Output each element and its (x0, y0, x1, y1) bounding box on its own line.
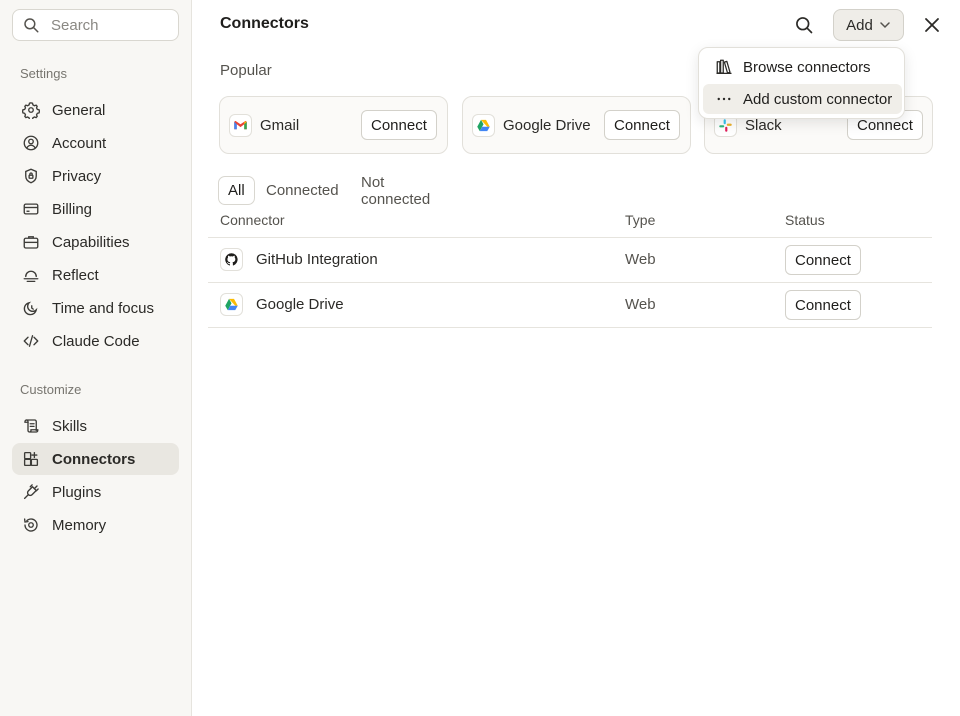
sidebar-item-privacy[interactable]: Privacy (12, 160, 179, 192)
popular-card-name: Gmail (260, 117, 300, 134)
reflect-icon (22, 266, 40, 284)
divider (208, 237, 932, 238)
add-dropdown-menu: Browse connectors Add custom connector (698, 47, 905, 119)
sidebar-item-label: Billing (52, 200, 93, 218)
page-title: Connectors (220, 15, 309, 32)
divider (208, 282, 932, 283)
sidebar-item-reflect[interactable]: Reflect (12, 259, 179, 291)
connector-name: Google Drive (256, 296, 344, 313)
divider (208, 327, 932, 328)
sidebar-item-skills[interactable]: Skills (12, 410, 179, 442)
sidebar-item-account[interactable]: Account (12, 127, 179, 159)
sidebar-item-label: Reflect (52, 266, 99, 284)
popular-section-label: Popular (220, 62, 272, 79)
close-button[interactable] (920, 13, 944, 37)
sidebar-item-label: Claude Code (52, 332, 140, 350)
connect-button[interactable]: Connect (361, 110, 437, 140)
sidebar: Settings General Account Privacy Billing… (0, 0, 192, 716)
connector-name: GitHub Integration (256, 251, 378, 268)
column-header-status: Status (785, 212, 825, 228)
gear-icon (22, 101, 40, 119)
sidebar-item-claude-code[interactable]: Claude Code (12, 325, 179, 357)
search-icon (24, 18, 39, 33)
popular-card-name: Slack (745, 117, 782, 134)
tab-not-connected[interactable]: Not connected (351, 174, 440, 208)
user-circle-icon (22, 134, 40, 152)
connector-type: Web (625, 296, 656, 313)
sidebar-item-plugins[interactable]: Plugins (12, 476, 179, 508)
sidebar-item-label: Capabilities (52, 233, 130, 251)
github-icon (220, 248, 243, 271)
popular-card-google-drive: Google Drive Connect (462, 96, 691, 154)
sidebar-item-label: Privacy (52, 167, 102, 185)
grid-plus-icon (22, 450, 40, 468)
connect-button[interactable]: Connect (785, 245, 861, 275)
popular-card-name: Google Drive (503, 117, 591, 134)
connect-button[interactable]: Connect (785, 290, 861, 320)
sidebar-item-label: Plugins (52, 483, 102, 501)
briefcase-icon (22, 233, 40, 251)
moon-clock-icon (22, 299, 40, 317)
sidebar-item-general[interactable]: General (12, 94, 179, 126)
google-drive-icon (220, 293, 243, 316)
tab-connected[interactable]: Connected (256, 176, 349, 205)
popular-card-gmail: Gmail Connect (219, 96, 448, 154)
sidebar-item-label: Account (52, 134, 107, 152)
sidebar-item-label: Skills (52, 417, 88, 435)
sidebar-item-memory[interactable]: Memory (12, 509, 179, 541)
header-search-button[interactable] (792, 13, 816, 37)
sidebar-item-connectors[interactable]: Connectors (12, 443, 179, 475)
sidebar-item-billing[interactable]: Billing (12, 193, 179, 225)
sidebar-item-label: Connectors (52, 450, 136, 468)
code-icon (22, 332, 40, 350)
sidebar-item-capabilities[interactable]: Capabilities (12, 226, 179, 258)
close-icon (925, 18, 939, 32)
credit-card-icon (22, 200, 40, 218)
sidebar-item-label: General (52, 101, 106, 119)
menu-item-browse-connectors[interactable]: Browse connectors (703, 52, 902, 82)
add-button[interactable]: Add (833, 9, 904, 41)
column-header-type: Type (625, 212, 656, 228)
connect-button[interactable]: Connect (604, 110, 680, 140)
column-header-connector: Connector (220, 212, 285, 228)
sidebar-item-label: Time and focus (52, 299, 154, 317)
connector-type: Web (625, 251, 656, 268)
more-horizontal-icon (717, 97, 731, 101)
tab-all[interactable]: All (218, 176, 255, 205)
add-button-label: Add (846, 16, 873, 34)
sidebar-item-label: Memory (52, 516, 107, 534)
search-icon (796, 17, 813, 34)
menu-item-label: Add custom connector (743, 90, 893, 108)
scroll-icon (22, 417, 40, 435)
shield-icon (22, 167, 40, 185)
chevron-down-icon (880, 22, 890, 29)
customize-section-label: Customize (20, 382, 82, 397)
search-box[interactable] (12, 9, 179, 41)
library-icon (716, 59, 732, 75)
sidebar-item-time-and-focus[interactable]: Time and focus (12, 292, 179, 324)
memory-icon (22, 516, 40, 534)
search-input[interactable] (51, 16, 171, 34)
plug-icon (22, 483, 40, 501)
settings-section-label: Settings (20, 66, 67, 81)
gmail-icon (229, 114, 252, 137)
menu-item-label: Browse connectors (743, 58, 871, 76)
menu-item-add-custom-connector[interactable]: Add custom connector (703, 84, 902, 114)
google-drive-icon (472, 114, 495, 137)
